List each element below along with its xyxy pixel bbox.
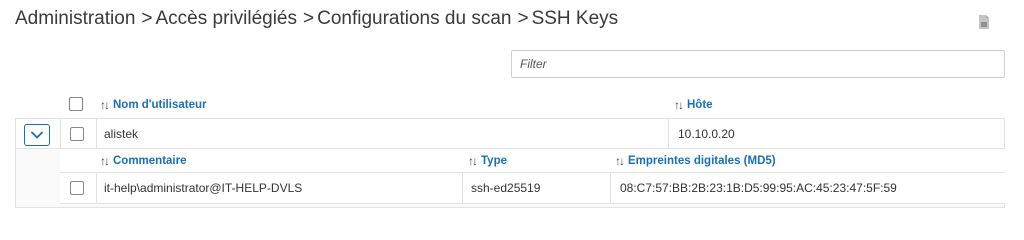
breadcrumb-separator: > — [303, 8, 315, 29]
select-all-checkbox[interactable] — [69, 97, 83, 111]
column-divider — [610, 173, 611, 203]
column-header-username[interactable]: ↑↓ Nom d'utilisateur — [100, 98, 206, 112]
column-divider — [96, 173, 97, 203]
detail-header-row — [60, 149, 1005, 173]
ssh-keys-grid: ↑↓ Nom d'utilisateur ↑↓ Hôte alistek 10.… — [15, 94, 1005, 208]
row-checkbox[interactable] — [70, 181, 84, 195]
sort-icon: ↑↓ — [615, 154, 625, 168]
detail-panel: ↑↓ Commentaire ↑↓ Type ↑↓ Empreintes dig… — [15, 148, 1005, 208]
column-divider — [462, 173, 463, 203]
sort-icon: ↑↓ — [100, 98, 110, 112]
column-header-fingerprint[interactable]: ↑↓ Empreintes digitales (MD5) — [615, 154, 776, 168]
column-divider — [60, 119, 61, 149]
export-icon[interactable] — [977, 14, 991, 30]
breadcrumb-item-privileged-access[interactable]: Accès privilégiés — [156, 8, 298, 30]
filter-input[interactable] — [511, 50, 1005, 78]
column-divider — [96, 119, 97, 149]
table-row[interactable]: alistek 10.10.0.20 — [15, 118, 1005, 149]
expand-row-button[interactable] — [24, 124, 50, 146]
fingerprint-cell: 08:C7:57:BB:2B:23:1B:D5:99:95:AC:45:23:4… — [620, 181, 897, 195]
sort-icon: ↑↓ — [674, 98, 684, 112]
chevron-down-icon — [31, 131, 43, 139]
sort-icon: ↑↓ — [100, 154, 110, 168]
breadcrumb-item-scan-configurations[interactable]: Configurations du scan — [317, 8, 511, 30]
comment-cell: it-help\administrator@IT-HELP-DVLS — [104, 181, 303, 195]
column-divider — [668, 119, 669, 149]
column-header-type[interactable]: ↑↓ Type — [468, 154, 507, 168]
sort-icon: ↑↓ — [468, 154, 478, 168]
breadcrumb-separator: > — [517, 8, 529, 29]
breadcrumb: Administration > Accès privilégiés > Con… — [15, 8, 618, 30]
column-header-host[interactable]: ↑↓ Hôte — [674, 98, 713, 112]
column-header-comment[interactable]: ↑↓ Commentaire — [100, 154, 187, 168]
breadcrumb-item-administration[interactable]: Administration — [15, 8, 135, 30]
detail-grid: ↑↓ Commentaire ↑↓ Type ↑↓ Empreintes dig… — [60, 149, 1005, 207]
host-cell: 10.10.0.20 — [678, 127, 735, 141]
breadcrumb-separator: > — [141, 8, 153, 29]
username-cell: alistek — [104, 127, 139, 141]
row-checkbox[interactable] — [70, 127, 84, 141]
page-title: SSH Keys — [531, 8, 619, 29]
type-cell: ssh-ed25519 — [471, 181, 541, 195]
table-row[interactable]: it-help\administrator@IT-HELP-DVLS ssh-e… — [60, 173, 1005, 204]
